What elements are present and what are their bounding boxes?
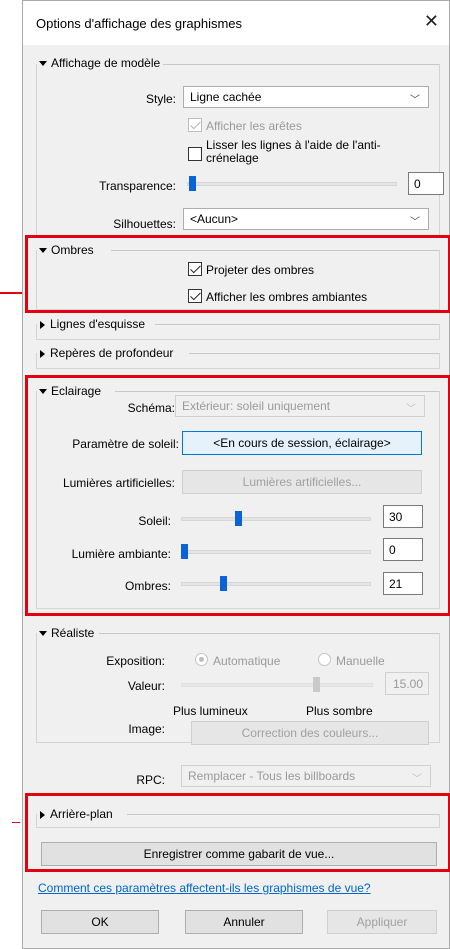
silhouettes-label: Silhouettes: — [113, 217, 176, 231]
ambient-light-label: Lumière ambiante: — [71, 547, 171, 561]
exposure-automatic-radio[interactable] — [195, 653, 208, 666]
shadows-intensity-slider-track[interactable] — [181, 582, 371, 586]
style-dropdown[interactable]: Ligne cachée ﹀ — [183, 86, 429, 108]
smooth-lines-label: Lisser les lignes à l'aide de l'anti-cré… — [206, 138, 381, 165]
exposure-value-slider-thumb[interactable] — [313, 677, 320, 692]
style-label: Style: — [145, 92, 176, 106]
ambient-light-input[interactable]: 0 — [383, 538, 423, 561]
apply-button[interactable]: Appliquer — [327, 910, 437, 934]
transparency-slider-track[interactable] — [187, 182, 397, 186]
scheme-value: Extérieur: soleil uniquement — [182, 399, 331, 413]
annotation-tick-mark — [12, 822, 20, 823]
shadows-intensity-slider-thumb[interactable] — [220, 576, 227, 591]
ambient-shadows-label: Afficher les ombres ambiantes — [206, 290, 368, 304]
smooth-lines-checkbox[interactable] — [188, 147, 202, 161]
transparency-slider-thumb[interactable] — [189, 176, 196, 191]
chevron-down-icon: ﹀ — [406, 404, 416, 415]
cast-shadows-checkbox[interactable] — [188, 262, 202, 276]
exposure-value-slider-track[interactable] — [181, 683, 373, 687]
artificial-lights-label: Lumières artificielles: — [62, 476, 175, 490]
chevron-down-icon: ﹀ — [410, 95, 420, 106]
darker-label: Plus sombre — [306, 704, 373, 718]
silhouettes-value: <Aucun> — [190, 212, 239, 226]
ambient-light-slider-thumb[interactable] — [181, 544, 188, 559]
style-value: Ligne cachée — [190, 90, 262, 104]
exposure-value-input[interactable]: 15.00 — [385, 672, 429, 695]
sun-slider-track[interactable] — [181, 517, 371, 521]
exposure-label: Exposition: — [106, 654, 165, 668]
close-icon[interactable]: ✕ — [424, 11, 439, 32]
brighter-label: Plus lumineux — [173, 704, 248, 718]
transparency-label: Transparence: — [99, 179, 176, 193]
scheme-dropdown[interactable]: Extérieur: soleil uniquement ﹀ — [175, 395, 425, 417]
background-group — [36, 814, 440, 828]
value-label: Valeur: — [127, 679, 165, 693]
rpc-dropdown[interactable]: Remplacer - Tous les billboards ﹀ — [181, 765, 431, 787]
rpc-label: RPC: — [136, 773, 165, 787]
shadows-intensity-label: Ombres: — [124, 579, 171, 593]
show-edges-checkbox[interactable] — [188, 118, 202, 132]
rpc-value: Remplacer - Tous les billboards — [188, 769, 356, 783]
sun-input[interactable]: 30 — [383, 505, 423, 528]
chevron-down-icon: ﹀ — [410, 217, 420, 228]
cancel-button[interactable]: Annuler — [185, 910, 303, 934]
exposure-automatic-label: Automatique — [213, 654, 281, 668]
ambient-shadows-checkbox[interactable] — [188, 289, 202, 303]
transparency-input[interactable]: 0 — [408, 172, 444, 195]
title-bar: Options d'affichage des graphismes ✕ — [23, 1, 449, 45]
silhouettes-dropdown[interactable]: <Aucun> ﹀ — [183, 208, 429, 230]
show-edges-label: Afficher les arêtes — [206, 119, 302, 133]
lighting-group — [36, 391, 440, 609]
ambient-light-slider-track[interactable] — [181, 550, 371, 554]
artificial-lights-button[interactable]: Lumières artificielles... — [182, 470, 422, 494]
color-correction-button[interactable]: Correction des couleurs... — [191, 721, 429, 745]
shadows-intensity-input[interactable]: 21 — [383, 572, 423, 595]
sun-label: Soleil: — [138, 514, 171, 528]
ok-button[interactable]: OK — [41, 910, 159, 934]
cast-shadows-label: Projeter des ombres — [206, 263, 315, 277]
sun-setting-button[interactable]: <En cours de session, éclairage> — [182, 431, 422, 455]
exposure-manual-label: Manuelle — [336, 654, 385, 668]
image-label: Image: — [128, 722, 165, 736]
depth-cueing-group — [36, 353, 440, 369]
chevron-down-icon: ﹀ — [412, 774, 422, 785]
dialog-title: Options d'affichage des graphismes — [36, 16, 243, 31]
sketchy-lines-group — [36, 324, 440, 340]
graphic-display-options-dialog: Options d'affichage des graphismes ✕ Aff… — [22, 0, 450, 949]
scheme-label: Schéma: — [127, 401, 175, 415]
sun-setting-label: Paramètre de soleil: — [72, 437, 179, 451]
help-link[interactable]: Comment ces paramètres affectent-ils les… — [38, 881, 371, 895]
exposure-manual-radio[interactable] — [318, 653, 331, 666]
sun-slider-thumb[interactable] — [235, 511, 242, 526]
save-as-view-template-button[interactable]: Enregistrer comme gabarit de vue... — [41, 842, 437, 866]
